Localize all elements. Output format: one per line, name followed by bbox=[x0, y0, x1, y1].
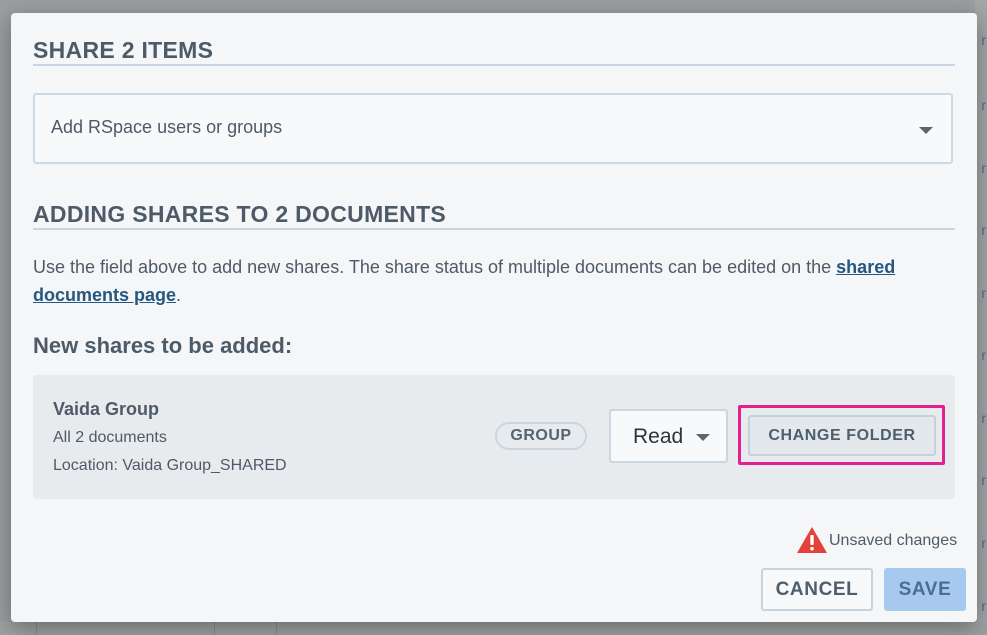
share-recipient-name: Vaida Group bbox=[53, 399, 160, 419]
share-documents-count: All 2 documents bbox=[53, 429, 167, 446]
permission-select[interactable]: Read bbox=[609, 409, 728, 463]
search-placeholder: Add RSpace users or groups bbox=[51, 117, 283, 137]
background-glyph: r bbox=[981, 347, 986, 363]
chevron-down-icon bbox=[696, 434, 710, 441]
help-text: Use the field above to add new shares. T… bbox=[33, 253, 953, 309]
background-cell-divider bbox=[36, 622, 37, 635]
share-type-badge: GROUP bbox=[495, 422, 587, 450]
help-text-after: . bbox=[176, 285, 182, 305]
background-glyph: r bbox=[981, 598, 986, 614]
background-glyph: r bbox=[981, 472, 986, 488]
permission-value: Read bbox=[633, 425, 684, 448]
save-button[interactable]: SAVE bbox=[884, 568, 966, 611]
background-cell-divider bbox=[276, 622, 277, 635]
title-divider bbox=[33, 64, 955, 66]
background-glyph: r bbox=[981, 32, 986, 48]
adding-shares-divider bbox=[33, 228, 955, 230]
background-glyph: r bbox=[981, 535, 986, 551]
background-glyph: r bbox=[981, 410, 986, 426]
background-cell-divider bbox=[214, 622, 215, 635]
share-dialog: SHARE 2 ITEMS Add RSpace users or groups… bbox=[11, 13, 977, 622]
background-table-edge bbox=[0, 622, 987, 635]
warning-icon bbox=[797, 527, 827, 553]
dialog-title: SHARE 2 ITEMS bbox=[33, 37, 214, 63]
share-row: Vaida Group All 2 documents Location: Va… bbox=[33, 375, 955, 499]
background-glyph: r bbox=[981, 160, 986, 176]
change-folder-button[interactable]: CHANGE FOLDER bbox=[748, 415, 936, 456]
unsaved-changes-text: Unsaved changes bbox=[829, 532, 958, 549]
cancel-button[interactable]: CANCEL bbox=[761, 568, 873, 611]
background-glyph: r bbox=[981, 285, 986, 301]
new-shares-heading: New shares to be added: bbox=[33, 333, 293, 358]
user-group-search-select[interactable]: Add RSpace users or groups bbox=[33, 93, 953, 164]
chevron-down-icon[interactable] bbox=[919, 127, 933, 134]
share-location: Location: Vaida Group_SHARED bbox=[53, 457, 287, 474]
adding-shares-title: ADDING SHARES TO 2 DOCUMENTS bbox=[33, 201, 447, 227]
help-text-before: Use the field above to add new shares. T… bbox=[33, 257, 837, 277]
background-glyph: r bbox=[981, 97, 986, 113]
background-glyph: r bbox=[981, 222, 986, 238]
